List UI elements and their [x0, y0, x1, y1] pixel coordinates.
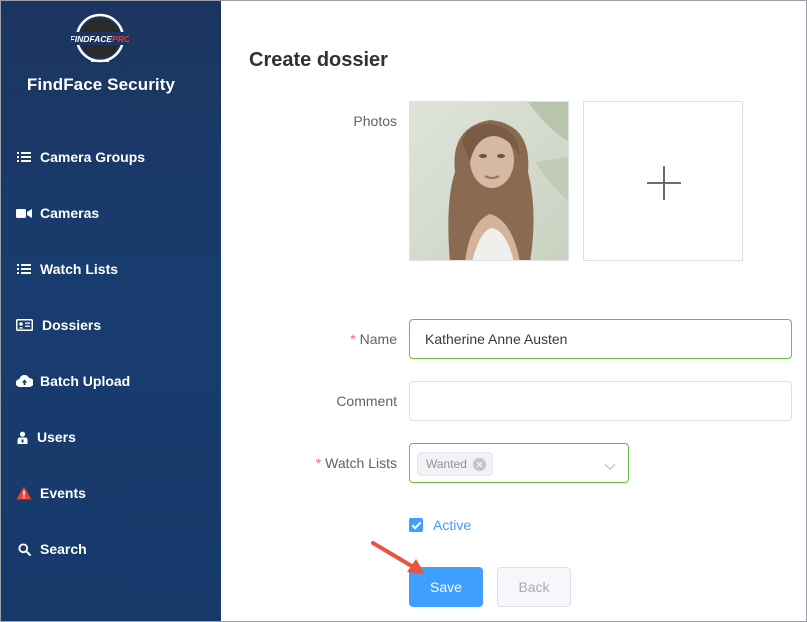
sidebar-item-watch-lists[interactable]: Watch Lists: [1, 251, 221, 287]
sidebar-item-camera-groups[interactable]: Camera Groups: [1, 139, 221, 175]
dossier-photo[interactable]: [409, 101, 569, 261]
sidebar-item-search[interactable]: Search: [1, 531, 221, 567]
sidebar-item-batch-upload[interactable]: Batch Upload: [1, 363, 221, 399]
video-camera-icon: [15, 206, 33, 220]
watch-lists-label: * Watch Lists: [315, 455, 397, 471]
id-card-icon: [15, 318, 33, 332]
svg-text:FINDFACEPRO: FINDFACEPRO: [71, 34, 129, 44]
app-window: FINDFACEPRO FindFace Security Camera Gro…: [0, 0, 807, 622]
back-button[interactable]: Back: [497, 567, 571, 607]
sidebar-item-events[interactable]: Events: [1, 475, 221, 511]
photos-label: Photos: [353, 113, 397, 129]
list-icon: [15, 262, 33, 276]
name-input[interactable]: [409, 319, 792, 359]
tag-label: Wanted: [426, 457, 467, 471]
sidebar-item-label: Dossiers: [42, 317, 102, 333]
add-photo-button[interactable]: [583, 101, 743, 261]
sidebar-item-label: Camera Groups: [40, 149, 146, 165]
findface-logo[interactable]: FINDFACEPRO: [70, 13, 131, 65]
sidebar-item-label: Events: [40, 485, 86, 501]
annotation-arrow-icon: [371, 541, 425, 574]
users-icon: [15, 430, 29, 444]
warning-icon: [15, 486, 33, 500]
chevron-down-icon: [604, 458, 616, 476]
tag-close-icon[interactable]: [472, 457, 486, 471]
cloud-upload-icon: [15, 374, 33, 388]
sidebar-item-cameras[interactable]: Cameras: [1, 195, 221, 231]
watch-list-tag: Wanted: [417, 452, 493, 476]
sidebar-item-label: Batch Upload: [40, 373, 131, 389]
sidebar: FINDFACEPRO FindFace Security Camera Gro…: [1, 1, 221, 621]
sidebar-item-label: Watch Lists: [40, 261, 119, 277]
name-label: * Name: [350, 331, 397, 347]
watch-lists-select[interactable]: Wanted: [409, 443, 629, 483]
comment-input[interactable]: [409, 381, 792, 421]
active-checkbox[interactable]: [409, 518, 423, 532]
search-icon: [15, 542, 33, 556]
sidebar-item-label: Cameras: [40, 205, 100, 221]
sidebar-item-users[interactable]: Users: [1, 419, 221, 455]
page-title: Create dossier: [249, 49, 388, 71]
brand-name: FindFace Security: [26, 75, 176, 94]
comment-label: Comment: [336, 393, 397, 409]
active-label[interactable]: Active: [433, 517, 471, 533]
sidebar-item-label: Users: [37, 429, 76, 445]
list-icon: [15, 150, 33, 164]
sidebar-item-dossiers[interactable]: Dossiers: [1, 307, 221, 343]
sidebar-item-label: Search: [40, 541, 87, 557]
